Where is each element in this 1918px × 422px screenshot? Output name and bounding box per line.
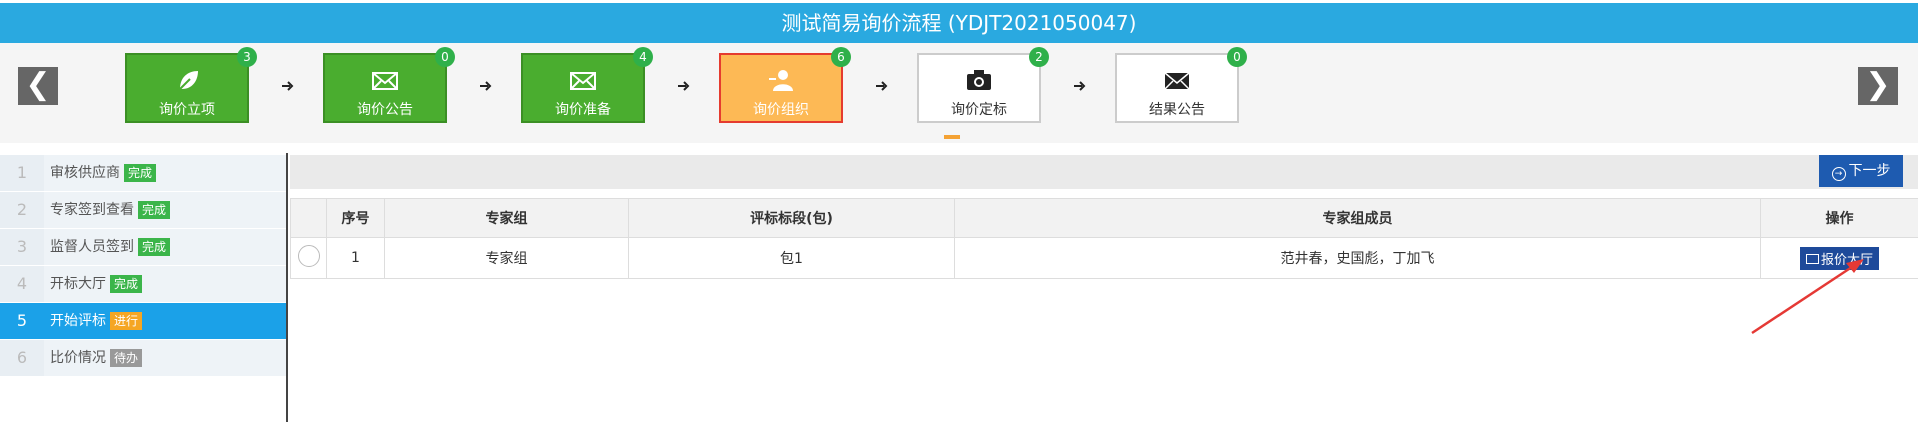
sidebar-item-number: 5 (0, 303, 44, 339)
column-header (290, 198, 327, 238)
step-label: 询价立项 (159, 102, 215, 118)
prev-step-button[interactable]: ❮ (18, 67, 58, 105)
step-label: 询价准备 (555, 102, 611, 118)
step-count-badge: 4 (633, 47, 653, 67)
flow-arrow-icon (480, 81, 492, 91)
column-header: 操作 (1760, 198, 1918, 238)
status-badge: 完成 (138, 201, 171, 219)
step-inquiry-award[interactable]: 询价定标 2 (917, 47, 1049, 123)
toolbar (290, 155, 1918, 189)
annotation-arrow-icon (1751, 259, 1864, 335)
flow-arrow-icon (1074, 81, 1086, 91)
column-header: 专家组成员 (954, 198, 1761, 238)
next-step-button[interactable]: → 下一步 (1819, 155, 1903, 187)
step-label: 询价定标 (951, 102, 1007, 118)
step-count-badge: 0 (435, 47, 455, 67)
table-row: 1 专家组 包1 范井春，史国彪，丁加飞 报价大厅 (290, 237, 1918, 279)
column-header: 序号 (326, 198, 385, 238)
step-count-badge: 0 (1227, 47, 1247, 67)
sidebar-item-number: 2 (0, 192, 44, 228)
sidebar-item-number: 1 (0, 155, 44, 191)
step-label: 结果公告 (1149, 102, 1205, 118)
table-header-row: 序号 专家组 评标标段(包) 专家组成员 操作 (290, 198, 1918, 238)
flow-arrow-icon (876, 81, 888, 91)
sidebar-item-label: 比价情况 (50, 350, 106, 366)
row-select-radio[interactable] (297, 245, 320, 267)
sidebar-item-label: 审核供应商 (50, 165, 120, 181)
sidebar-item-label: 专家签到查看 (50, 202, 134, 218)
next-step-label: 下一步 (1848, 163, 1891, 179)
sidebar-item-number: 3 (0, 229, 44, 265)
sidebar-item-number: 6 (0, 340, 44, 376)
sidebar-item-number: 4 (0, 266, 44, 302)
envelope-icon (1164, 72, 1190, 90)
step-label: 询价组织 (753, 102, 809, 118)
step-inquiry-setup[interactable]: 询价立项 3 (125, 47, 257, 123)
flow-arrow-icon (678, 81, 690, 91)
group-members: 范井春，史国彪，丁加飞 (954, 237, 1761, 279)
status-badge: 完成 (138, 238, 171, 256)
column-header: 专家组 (384, 198, 629, 238)
page-title: 测试简易询价流程 (YDJT2021050047) (0, 3, 1918, 43)
sidebar-item-bid-opening-hall[interactable]: 4 开标大厅 完成 (0, 266, 286, 303)
step-count-badge: 2 (1029, 47, 1049, 67)
process-flow: ❮ 询价立项 3 询价公告 0 询价准备 4 询价组织 6 询价定标 2 结果公… (0, 43, 1918, 143)
expert-group-table: 序号 专家组 评标标段(包) 专家组成员 操作 1 专家组 包1 范井春，史国彪… (290, 198, 1918, 279)
sidebar-item-supervisor-signin[interactable]: 3 监督人员签到 完成 (0, 229, 286, 266)
status-badge: 待办 (110, 349, 143, 367)
sidebar-item-review-suppliers[interactable]: 1 审核供应商 完成 (0, 155, 286, 192)
camera-icon (967, 70, 991, 90)
step-inquiry-notice[interactable]: 询价公告 0 (323, 47, 455, 123)
bid-lot: 包1 (628, 237, 955, 279)
sidebar-divider (286, 153, 288, 422)
leaf-icon (177, 71, 198, 92)
sidebar-item-label: 开始评标 (50, 313, 106, 329)
sidebar: 1 审核供应商 完成 2 专家签到查看 完成 3 监督人员签到 完成 4 开标大厅 完成… (0, 155, 286, 377)
step-count-badge: 6 (831, 47, 851, 67)
step-label: 询价公告 (357, 102, 413, 118)
sidebar-item-label: 开标大厅 (50, 276, 106, 292)
step-inquiry-prep[interactable]: 询价准备 4 (521, 47, 653, 123)
step-count-badge: 3 (237, 47, 257, 67)
envelope-icon (570, 72, 596, 90)
flow-arrow-icon (282, 81, 294, 91)
arrow-circle-icon: → (1831, 167, 1846, 181)
next-step-nav-button[interactable]: ❯ (1858, 67, 1898, 105)
status-badge: 完成 (110, 275, 143, 293)
column-header: 评标标段(包) (628, 198, 955, 238)
step-inquiry-organize[interactable]: 询价组织 6 (719, 47, 851, 123)
sidebar-item-start-evaluation[interactable]: 5 开始评标 进行 (0, 303, 286, 340)
user-icon (769, 70, 793, 91)
expert-group: 专家组 (384, 237, 629, 279)
step-result-notice[interactable]: 结果公告 0 (1115, 47, 1247, 123)
envelope-icon (372, 72, 398, 90)
sidebar-item-label: 监督人员签到 (50, 239, 134, 255)
status-badge: 完成 (124, 164, 157, 182)
sidebar-item-price-comparison[interactable]: 6 比价情况 待办 (0, 340, 286, 377)
row-index: 1 (326, 237, 385, 279)
select-cell (290, 237, 327, 279)
sidebar-item-expert-signin[interactable]: 2 专家签到查看 完成 (0, 192, 286, 229)
active-step-marker (944, 135, 960, 139)
status-badge: 进行 (110, 312, 143, 330)
